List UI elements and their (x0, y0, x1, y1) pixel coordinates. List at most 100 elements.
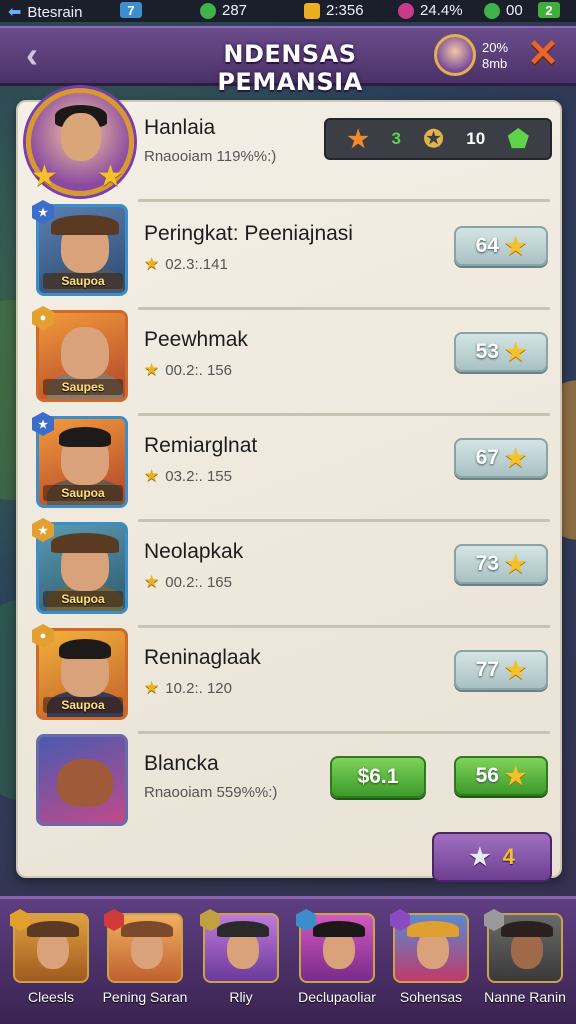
row-name: Blancka (144, 752, 219, 775)
gem-icon (200, 2, 216, 19)
creature-face (57, 759, 113, 807)
compass-icon: ✪ (423, 125, 444, 153)
ranking-row[interactable]: Saupes ● Peewhmak ★ 00.2:. 156 53 ★ (18, 306, 564, 416)
hero-tag: Saupoa (43, 273, 123, 289)
avatar-face (61, 113, 101, 161)
row-sub-value: 02.3:.141 (165, 255, 228, 273)
leaderboard-panel: ★ ★ Hanlaia Rnaooiam 119%%:) ★ 3 ✪ 10 ⬟ … (16, 88, 564, 878)
hero-hair (501, 921, 553, 937)
hero-hair (59, 639, 111, 659)
energy-icon (398, 2, 414, 19)
row-sub: ★ 02.3:.141 (144, 254, 228, 274)
star-icon: ★ (347, 125, 369, 153)
score-button[interactable]: 77 ★ (454, 650, 548, 690)
ranking-row[interactable]: Saupoa ★ Remiarglnat ★ 03.2:. 155 67 ★ (18, 412, 564, 522)
row-sub-value: 10.2:. 120 (165, 679, 232, 697)
dock-hero[interactable]: Pening Saran (100, 909, 190, 1023)
dock-label: Sohensas (399, 989, 463, 1005)
ranking-row[interactable]: Saupoa ★ Peringkat: Peeniajnasi ★ 02.3:.… (18, 200, 564, 310)
star-reward-button[interactable]: ★ 4 (432, 832, 552, 882)
score-value: 77 (475, 658, 499, 681)
star-icon: ★ (504, 444, 527, 472)
row-sub: ★ 10.2:. 120 (144, 678, 232, 698)
profile-stat-a: 3 (391, 129, 401, 148)
status-box: 7 (120, 2, 142, 18)
profile-name: Hanlaia (144, 116, 216, 139)
hero-hat (27, 921, 79, 937)
row-sub-value: 00.2:. 165 (165, 573, 232, 591)
back-arrow-icon[interactable]: ⬅ (8, 2, 21, 22)
page-title: NDENSAS PEMANSIA (217, 40, 363, 96)
score-value: 67 (475, 446, 499, 469)
hero-tag: Saupoa (43, 697, 123, 713)
score-value: 53 (475, 340, 499, 363)
star-icon: ★ (144, 254, 160, 273)
hero-hat (217, 921, 269, 937)
score-button[interactable]: 53 ★ (454, 332, 548, 372)
star-icon: ★ (97, 160, 124, 193)
dock-label: Declupaoliar (298, 989, 376, 1005)
dock-hero[interactable]: Nanne Ranin (480, 909, 570, 1023)
player-avatar[interactable] (434, 34, 476, 76)
score-value: 56 (475, 764, 499, 787)
header-stat-line1: 20% (482, 40, 509, 55)
hero-tag: Saupoa (43, 591, 123, 607)
score-button[interactable]: 56 ★ (454, 756, 548, 796)
profile-stat-b: 10 (466, 129, 486, 148)
dock-label: Rliy (229, 989, 253, 1005)
row-name: Reninaglaak (144, 646, 261, 669)
hero-hair (59, 427, 111, 447)
header-bar: ‹ NDENSAS PEMANSIA 20% 8mb ✕ (0, 26, 576, 96)
profile-avatar[interactable]: ★ ★ (26, 88, 134, 196)
creature-portrait (36, 734, 128, 826)
hero-hair (407, 921, 459, 937)
gem-count: 287 (222, 2, 248, 19)
dock-hero[interactable]: Cleesls (6, 909, 96, 1023)
score-button[interactable]: 73 ★ (454, 544, 548, 584)
profile-row: ★ ★ Hanlaia Rnaooiam 119%%:) ★ 3 ✪ 10 ⬟ (18, 88, 564, 202)
profile-subtitle: Rnaooiam 119%%:) (144, 148, 277, 165)
row-sub: ★ 00.2:. 156 (144, 360, 232, 380)
star-icon: ★ (469, 843, 491, 871)
hero-hair (121, 921, 173, 937)
dock-hero[interactable]: Rliy (196, 909, 286, 1023)
buy-button[interactable]: $6.1 (330, 756, 426, 798)
row-sub: ★ 00.2:. 165 (144, 572, 232, 592)
hero-tag: Saupes (43, 379, 123, 395)
score-button[interactable]: 67 ★ (454, 438, 548, 478)
hero-dock: Cleesls Pening Saran Rliy Declupaoliar S… (0, 896, 576, 1024)
hero-hair (313, 921, 365, 937)
dock-label: Nanne Ranin (484, 989, 566, 1005)
ranking-row[interactable]: Blancka Rnaooiam 559%%:) $6.1 56 ★ (18, 734, 564, 840)
star-icon: ★ (504, 232, 527, 260)
level-box: 2 (538, 2, 560, 18)
star-icon: ★ (144, 360, 160, 379)
ranking-row[interactable]: Saupoa ● Reninaglaak ★ 10.2:. 120 77 ★ (18, 624, 564, 734)
header-stat-line2: 8mb (482, 56, 508, 71)
star-icon: ★ (31, 160, 58, 193)
back-button[interactable]: ‹ (14, 37, 50, 74)
star-icon: ★ (504, 762, 527, 790)
leaf-icon (484, 2, 500, 19)
hero-face (61, 327, 109, 379)
dock-hero[interactable]: Sohensas (386, 909, 476, 1023)
dock-label: Pening Saran (102, 989, 188, 1005)
star-icon: ★ (504, 550, 527, 578)
status-bar: ⬅ Btesrain 7 287 2:356 24.4% 00 2 (0, 0, 576, 22)
coin-icon (304, 2, 320, 19)
close-button[interactable]: ✕ (524, 35, 562, 74)
coin-count: 2:356 (326, 2, 364, 19)
row-name: Peringkat: Peeniajnasi (144, 222, 353, 245)
header-stats: 20% 8mb (482, 40, 508, 72)
row-sub-value: 03.2:. 155 (165, 467, 232, 485)
shield-icon: ⬟ (507, 125, 529, 153)
star-icon: ★ (144, 466, 160, 485)
row-sub: Rnaooiam 559%%:) (144, 784, 278, 801)
ranking-row[interactable]: Saupoa ★ Neolapkak ★ 00.2:. 165 73 ★ (18, 518, 564, 628)
row-name: Peewhmak (144, 328, 248, 351)
dock-hero[interactable]: Declupaoliar (292, 909, 382, 1023)
energy-count: 24.4% (420, 2, 463, 19)
hero-hat (51, 215, 119, 235)
score-button[interactable]: 64 ★ (454, 226, 548, 266)
hero-hat (51, 533, 119, 553)
